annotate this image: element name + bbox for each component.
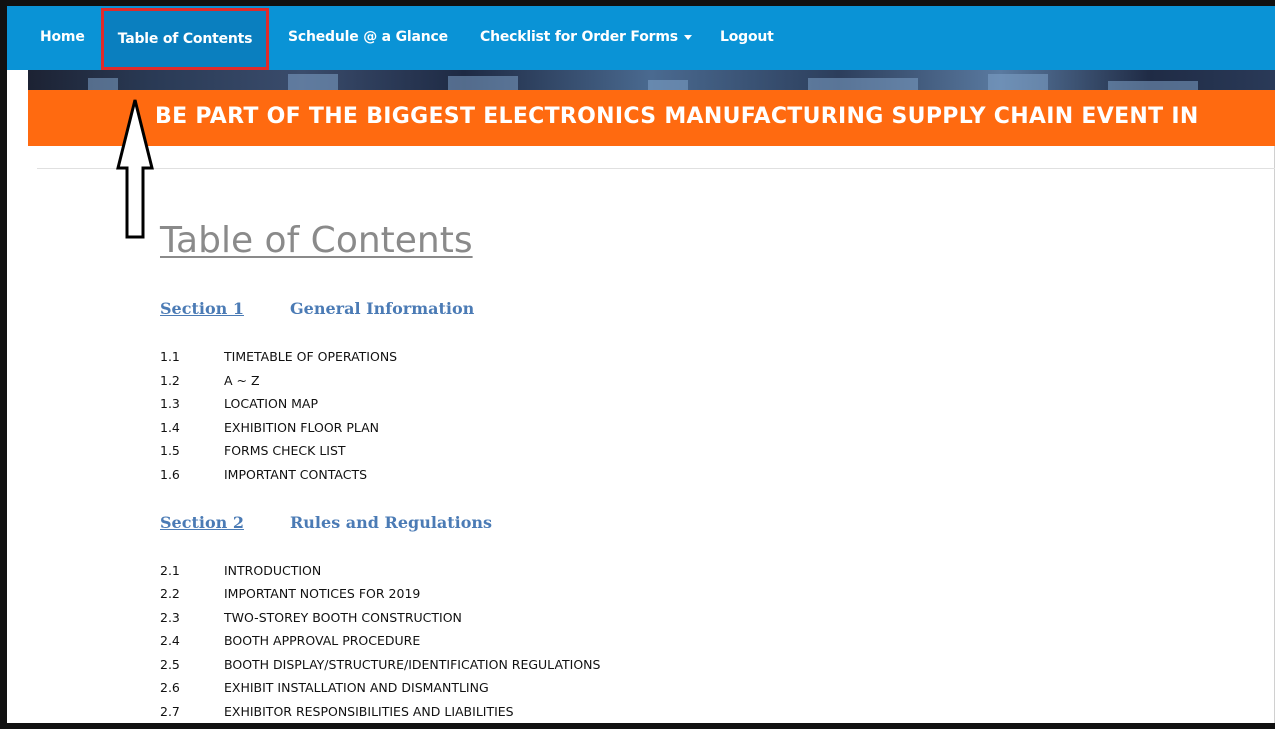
toc-item-title: TIMETABLE OF OPERATIONS <box>224 349 398 364</box>
divider <box>37 168 1275 169</box>
toc-item-title: A ~ Z <box>224 373 260 388</box>
toc-item-number: 2.6 <box>160 680 180 695</box>
toc-item-number: 2.3 <box>160 610 180 625</box>
nav-checklist-label: Checklist for Order Forms <box>480 29 678 45</box>
nav-table-of-contents[interactable]: Table of Contents <box>101 8 269 70</box>
banner-text: BE PART OF THE BIGGEST ELECTRONICS MANUF… <box>155 104 1199 129</box>
toc-item-number: 1.6 <box>160 467 180 482</box>
toc-item-title: EXHIBITION FLOOR PLAN <box>224 420 380 435</box>
toc-item-number: 2.2 <box>160 586 180 601</box>
section-1-number: Section 1 <box>160 299 244 318</box>
top-navbar: Home Table of Contents Schedule @ a Glan… <box>7 6 1275 70</box>
toc-item-title: EXHIBITOR RESPONSIBILITIES AND LIABILITI… <box>224 704 514 719</box>
page-title: Table of Contents <box>160 220 473 262</box>
caret-down-icon <box>683 34 692 40</box>
toc-item-number: 2.4 <box>160 633 180 648</box>
toc-item-title: EXHIBIT INSTALLATION AND DISMANTLING <box>224 680 489 695</box>
section-2-number: Section 2 <box>160 513 244 532</box>
section-1-title: General Information <box>290 299 475 318</box>
screenshot-border-left <box>0 0 7 729</box>
section-2-heading[interactable]: Section 2 Rules and Regulations <box>160 513 492 532</box>
toc-item-number: 1.4 <box>160 420 180 435</box>
toc-item-title: IMPORTANT NOTICES FOR 2019 <box>224 586 421 601</box>
nav-logout[interactable]: Logout <box>720 6 774 70</box>
toc-item-title: BOOTH DISPLAY/STRUCTURE/IDENTIFICATION R… <box>224 657 601 672</box>
toc-item-number: 1.2 <box>160 373 180 388</box>
toc-item-number: 2.5 <box>160 657 180 672</box>
screenshot-border-bottom <box>0 723 1275 729</box>
nav-home[interactable]: Home <box>40 6 85 70</box>
toc-item-title: FORMS CHECK LIST <box>224 443 346 458</box>
toc-item-title: LOCATION MAP <box>224 396 319 411</box>
toc-item-title: BOOTH APPROVAL PROCEDURE <box>224 633 421 648</box>
toc-item-title: IMPORTANT CONTACTS <box>224 467 368 482</box>
up-arrow-icon <box>116 99 154 239</box>
toc-item-number: 2.7 <box>160 704 180 719</box>
toc-item-number: 1.3 <box>160 396 180 411</box>
section-1-heading[interactable]: Section 1 General Information <box>160 299 474 318</box>
nav-schedule-at-a-glance[interactable]: Schedule @ a Glance <box>288 6 448 70</box>
section-2-title: Rules and Regulations <box>290 513 493 532</box>
header-city-image <box>28 70 1275 90</box>
nav-checklist-order-forms[interactable]: Checklist for Order Forms <box>480 6 692 70</box>
toc-item-number: 1.5 <box>160 443 180 458</box>
toc-item-title: INTRODUCTION <box>224 563 322 578</box>
toc-item-title: TWO-STOREY BOOTH CONSTRUCTION <box>224 610 462 625</box>
toc-item-number: 2.1 <box>160 563 180 578</box>
promo-banner: BE PART OF THE BIGGEST ELECTRONICS MANUF… <box>28 90 1275 146</box>
toc-item-number: 1.1 <box>160 349 180 364</box>
